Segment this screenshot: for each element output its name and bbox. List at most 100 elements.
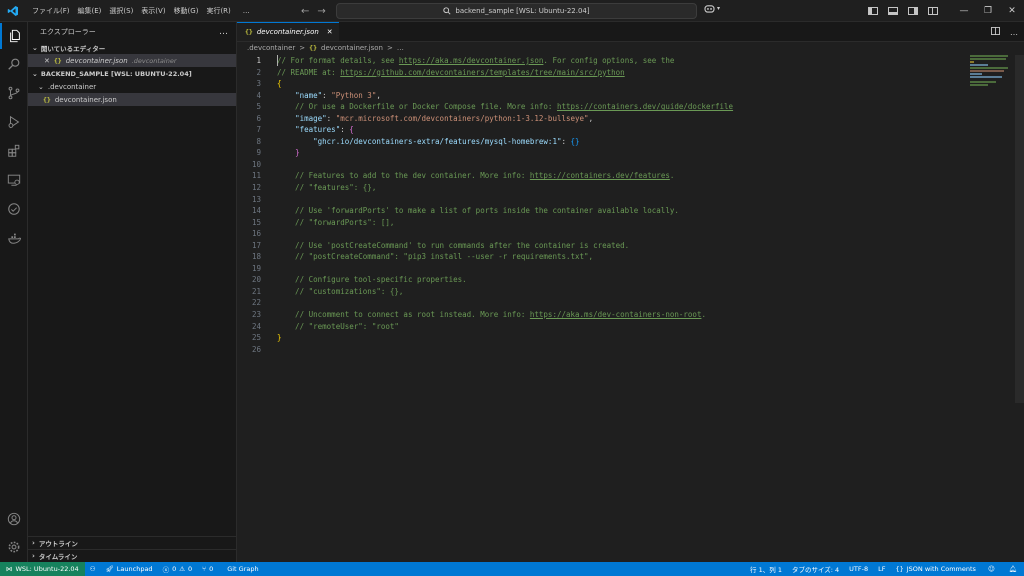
outline-section[interactable]: › アウトライン xyxy=(28,536,237,549)
code-line[interactable]: 18 // "postCreateCommand": "pip3 install… xyxy=(237,251,1007,263)
breadcrumb-folder[interactable]: .devcontainer xyxy=(247,44,295,52)
close-editor-icon[interactable]: ✕ xyxy=(44,57,50,65)
code-text: // "postCreateCommand": "pip3 install --… xyxy=(277,251,593,263)
menu-view[interactable]: 表示(V) xyxy=(137,0,169,22)
code-token: . For config options, see the xyxy=(543,56,675,65)
code-line[interactable]: 1 // For format details, see https://aka.… xyxy=(237,55,1007,67)
code-line[interactable]: 3{ xyxy=(237,78,1007,90)
code-line[interactable]: 6 "image": "mcr.microsoft.com/devcontain… xyxy=(237,113,1007,125)
breadcrumb-file[interactable]: devcontainer.json xyxy=(321,44,383,52)
ports-button[interactable]: ⑂ 0 xyxy=(197,565,218,573)
code-token: "Python 3" xyxy=(331,90,377,100)
code-line[interactable]: 22 xyxy=(237,297,1007,309)
vertical-scrollbar[interactable] xyxy=(1015,55,1024,403)
code-line[interactable]: 24 // "remoteUser": "root" xyxy=(237,321,1007,333)
settings-gear-icon[interactable] xyxy=(0,534,28,560)
line-number: 18 xyxy=(251,252,261,262)
split-editor-icon[interactable] xyxy=(991,27,1000,37)
launchpad-button[interactable]: 🚀︎ Launchpad xyxy=(101,565,158,573)
code-token: // Use 'forwardPorts' to make a list of … xyxy=(277,206,679,216)
warning-icon: ⚠ xyxy=(179,565,186,573)
code-line[interactable]: 13 xyxy=(237,194,1007,206)
extensions-icon[interactable] xyxy=(0,138,28,164)
account-icon[interactable] xyxy=(0,506,28,532)
breadcrumb-more[interactable]: … xyxy=(397,44,404,52)
code-line[interactable]: 15 // "forwardPorts": [], xyxy=(237,217,1007,229)
code-token: : xyxy=(561,136,571,146)
file-devcontainer-json[interactable]: {} devcontainer.json xyxy=(28,93,236,106)
code-line[interactable]: 12 // "features": {}, xyxy=(237,182,1007,194)
end-of-line[interactable]: LF xyxy=(873,565,890,573)
code-token: "mcr.microsoft.com/devcontainers/python:… xyxy=(335,113,589,123)
menu-file[interactable]: ファイル(F) xyxy=(28,0,74,22)
source-control-icon[interactable] xyxy=(0,80,28,106)
code-line[interactable]: 21 // "customizations": {}, xyxy=(237,286,1007,298)
code-line[interactable]: 8 "ghcr.io/devcontainers-extra/features/… xyxy=(237,136,1007,148)
accounts-sync-button[interactable]: ⚇ xyxy=(85,565,101,573)
code-line[interactable]: 19 xyxy=(237,263,1007,275)
code-line[interactable]: 5 // Or use a Dockerfile or Docker Compo… xyxy=(237,101,1007,113)
open-editor-folder: .devcontainer xyxy=(131,56,177,65)
encoding[interactable]: UTF-8 xyxy=(844,565,873,573)
cursor-position[interactable]: 行 1、列 1 xyxy=(745,564,787,574)
menu-go[interactable]: 移動(G) xyxy=(170,0,203,22)
minimap[interactable] xyxy=(970,55,1010,95)
code-line[interactable]: 10 xyxy=(237,159,1007,171)
more-actions-button[interactable]: … xyxy=(219,27,228,37)
warning-count: 0 xyxy=(188,565,193,573)
toggle-secondary-sidebar-icon[interactable] xyxy=(908,7,918,15)
copilot-button[interactable]: ▾ xyxy=(704,4,720,13)
code-line[interactable]: 17 // Use 'postCreateCommand' to run com… xyxy=(237,240,1007,252)
code-line[interactable]: 11 // Features to add to the dev contain… xyxy=(237,170,1007,182)
menu-run[interactable]: 実行(R) xyxy=(202,0,234,22)
menu-more[interactable]: … xyxy=(235,0,254,22)
back-arrow-icon[interactable]: ← xyxy=(301,6,309,17)
code-line[interactable]: 16 xyxy=(237,228,1007,240)
code-line[interactable]: 26 xyxy=(237,344,1007,356)
problems-button[interactable]: ⓧ 0 ⚠ 0 xyxy=(158,564,198,574)
menu-selection[interactable]: 選択(S) xyxy=(105,0,137,22)
remote-explorer-icon[interactable] xyxy=(0,167,28,193)
code-token: // Or use a Dockerfile or Docker Compose… xyxy=(277,102,557,112)
folder-devcontainer[interactable]: ⌄ .devcontainer xyxy=(28,80,236,93)
command-center[interactable]: backend_sample [WSL: Ubuntu-22.04] xyxy=(336,3,697,19)
search-activity-icon[interactable] xyxy=(0,51,28,77)
git-graph-button[interactable]: Git Graph xyxy=(222,565,263,573)
language-mode[interactable]: {} JSON with Comments xyxy=(890,565,980,573)
explorer-icon[interactable] xyxy=(0,23,28,49)
timeline-section[interactable]: › タイムライン xyxy=(28,549,237,562)
close-tab-icon[interactable]: ✕ xyxy=(327,28,333,36)
open-editors-section[interactable]: ⌄ 開いているエディター xyxy=(28,42,236,54)
remote-indicator[interactable]: ⋈ WSL: Ubuntu-22.04 xyxy=(0,562,85,576)
code-line[interactable]: 7 "features": { xyxy=(237,124,1007,136)
testing-icon[interactable] xyxy=(0,196,28,222)
run-debug-icon[interactable] xyxy=(0,109,28,135)
code-line[interactable]: 23 // Uncomment to connect as root inste… xyxy=(237,309,1007,321)
workspace-section[interactable]: ⌄ BACKEND_SAMPLE [WSL: UBUNTU-22.04] xyxy=(28,68,236,80)
code-token: https://containers.dev/guide/dockerfile xyxy=(556,102,734,112)
minimize-button[interactable]: — xyxy=(952,0,976,22)
code-line[interactable]: 14 // Use 'forwardPorts' to make a list … xyxy=(237,205,1007,217)
code-line[interactable]: 25} xyxy=(237,332,1007,344)
close-window-button[interactable]: ✕ xyxy=(1000,0,1024,22)
toggle-panel-icon[interactable] xyxy=(888,7,898,15)
tab-devcontainer-json[interactable]: {} devcontainer.json ✕ xyxy=(237,22,339,41)
docker-icon[interactable] xyxy=(0,225,28,251)
notifications-bell-icon[interactable]: 🔔︎ xyxy=(1002,565,1024,573)
menu-edit[interactable]: 編集(E) xyxy=(74,0,106,22)
toggle-primary-sidebar-icon[interactable] xyxy=(868,7,878,15)
code-line[interactable]: 2 // README at: https://github.com/devcon… xyxy=(237,67,1007,79)
chevron-down-icon: ⌄ xyxy=(38,82,44,91)
forward-arrow-icon[interactable]: → xyxy=(317,6,325,17)
code-line[interactable]: 9 } xyxy=(237,147,1007,159)
open-editor-item[interactable]: ✕ {} devcontainer.json .devcontainer xyxy=(28,54,236,67)
copilot-status-icon[interactable]: ☺ xyxy=(981,565,1002,573)
customize-layout-icon[interactable] xyxy=(928,7,938,15)
code-token: // "forwardPorts": [], xyxy=(277,217,395,227)
code-editor[interactable]: 1 // For format details, see https://aka.… xyxy=(237,55,1007,355)
more-actions-icon[interactable]: … xyxy=(1010,28,1018,37)
restore-button[interactable]: ❐ xyxy=(976,0,1000,22)
code-line[interactable]: 4 "name": "Python 3", xyxy=(237,90,1007,102)
code-line[interactable]: 20 // Configure tool-specific properties… xyxy=(237,274,1007,286)
indentation[interactable]: タブのサイズ: 4 xyxy=(787,564,844,574)
